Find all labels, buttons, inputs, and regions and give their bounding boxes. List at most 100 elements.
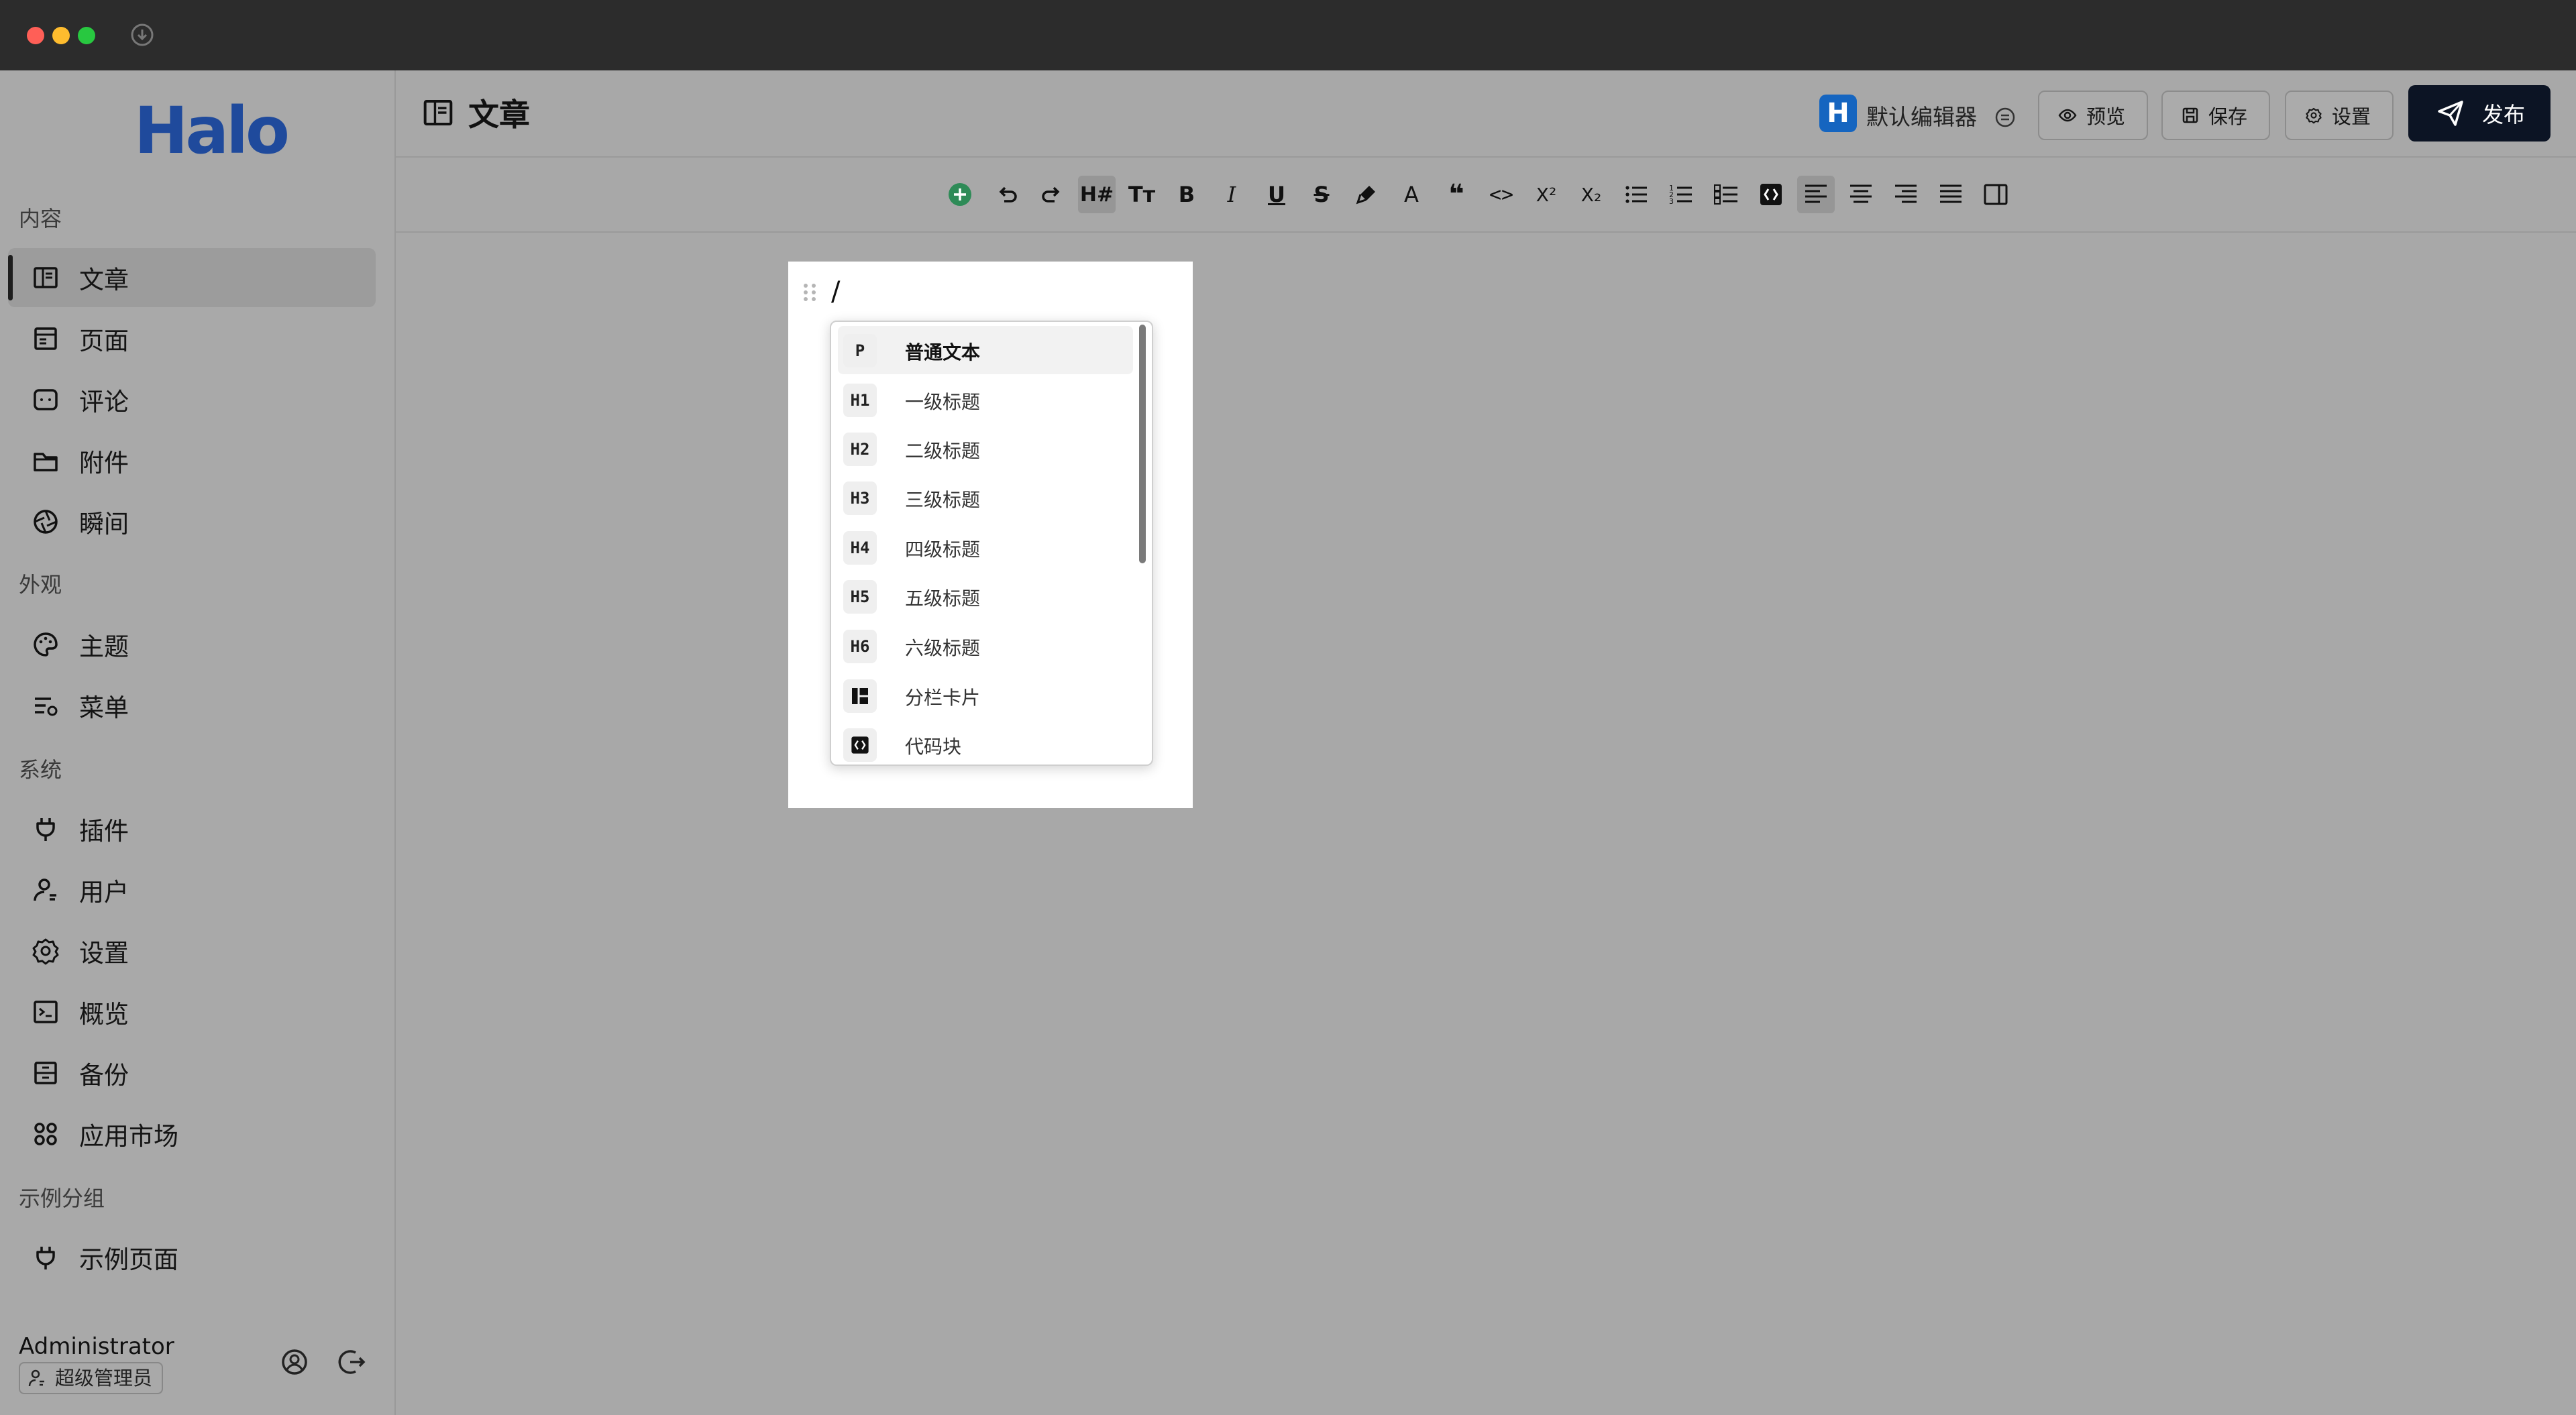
sidebar-item-settings[interactable]: 设置	[8, 921, 376, 980]
heading-6-icon: H6	[843, 630, 877, 663]
group-label-content: 内容	[19, 206, 62, 231]
font-size-button[interactable]: Tт	[1123, 176, 1161, 213]
text-color-button[interactable]: A	[1393, 176, 1430, 213]
sidebar-item-example-page[interactable]: 示例页面	[8, 1228, 376, 1287]
minimize-window-button[interactable]	[52, 27, 70, 44]
menu-item-heading-2[interactable]: H2 二级标题	[838, 424, 1133, 473]
code-block-button[interactable]	[1752, 176, 1790, 213]
sidebar-item-overview[interactable]: 概览	[8, 982, 376, 1041]
role-badge-label: 超级管理员	[55, 1367, 153, 1390]
user-icon	[34, 879, 56, 901]
columns-icon	[843, 679, 877, 713]
redo-button[interactable]	[1033, 176, 1071, 213]
menu-item-heading-1[interactable]: H1 一级标题	[838, 376, 1133, 424]
undo-button[interactable]	[988, 176, 1026, 213]
italic-button[interactable]: I	[1213, 176, 1250, 213]
save-icon	[2182, 107, 2198, 123]
code-block-icon	[843, 728, 877, 762]
code-block-icon	[1760, 184, 1782, 205]
page-title: 文章	[468, 97, 530, 133]
sidebar-item-posts[interactable]: 文章	[8, 248, 376, 307]
bullet-list-button[interactable]	[1617, 176, 1655, 213]
header-bar: 文章 H 默认编辑器 预览 保存 设置 发布	[396, 70, 2576, 158]
logout-icon[interactable]	[337, 1347, 368, 1377]
redo-icon	[1042, 186, 1060, 203]
settings-button[interactable]: 设置	[2285, 91, 2394, 140]
sidebar-item-label: 示例页面	[79, 1245, 178, 1274]
task-list-button[interactable]	[1707, 176, 1745, 213]
paragraph-icon: P	[843, 334, 877, 367]
inline-code-button[interactable]: <>	[1483, 176, 1520, 213]
sidebar-item-label: 主题	[79, 632, 129, 661]
sidebar-item-users[interactable]: 用户	[8, 860, 376, 919]
page-layout-icon	[34, 327, 57, 350]
sidebar-item-label: 插件	[79, 817, 129, 846]
heading-4-icon: H4	[843, 531, 877, 565]
sidebar-item-attachments[interactable]: 附件	[8, 431, 376, 490]
align-left-button[interactable]	[1797, 176, 1835, 213]
profile-icon[interactable]	[279, 1347, 310, 1377]
toggle-side-panel-button[interactable]	[1977, 176, 2015, 213]
align-right-button[interactable]	[1887, 176, 1925, 213]
sidebar-item-comments[interactable]: 评论	[8, 370, 376, 429]
user-icon	[28, 1369, 44, 1387]
close-window-button[interactable]	[27, 27, 44, 44]
menu-item-paragraph[interactable]: P 普通文本	[838, 326, 1133, 374]
sidebar-item-label: 文章	[79, 266, 129, 294]
plug-icon	[36, 818, 55, 841]
sidebar-item-backup[interactable]: 备份	[8, 1043, 376, 1102]
highlight-button[interactable]	[1348, 176, 1385, 213]
plug-icon	[36, 1247, 55, 1269]
maximize-window-button[interactable]	[78, 27, 95, 44]
preview-button[interactable]: 预览	[2038, 91, 2148, 140]
aperture-icon	[34, 510, 58, 534]
editor-logo-icon[interactable]: H	[1819, 95, 1857, 132]
plus-circle-icon	[949, 183, 971, 206]
drag-handle-icon[interactable]	[800, 280, 819, 304]
sidebar-item-label: 页面	[79, 327, 129, 355]
sidebar-item-app-market[interactable]: 应用市场	[8, 1105, 376, 1164]
sidebar-item-label: 附件	[79, 449, 129, 477]
editor-document[interactable]: / P 普通文本 H1 一级标题 H2 二级标题 H3 三级标题 H4 四级标题…	[788, 262, 1193, 808]
bold-button[interactable]: B	[1168, 176, 1205, 213]
menu-item-heading-4[interactable]: H4 四级标题	[838, 523, 1133, 571]
sidebar-item-plugins[interactable]: 插件	[8, 799, 376, 858]
editor-selector[interactable]: 默认编辑器	[1866, 99, 2017, 131]
heading-button[interactable]: H#	[1078, 176, 1116, 213]
download-icon[interactable]	[129, 22, 155, 48]
menu-item-columns[interactable]: 分栏卡片	[838, 671, 1133, 720]
sidebar-item-pages[interactable]: 页面	[8, 309, 376, 368]
editor-text[interactable]: /	[831, 276, 840, 307]
add-block-button[interactable]	[941, 176, 979, 213]
align-justify-button[interactable]	[1932, 176, 1970, 213]
group-label-appearance: 外观	[19, 572, 62, 598]
menu-item-heading-3[interactable]: H3 三级标题	[838, 473, 1133, 522]
strikethrough-button[interactable]: S	[1303, 176, 1340, 213]
book-open-icon	[34, 267, 58, 288]
save-button[interactable]: 保存	[2161, 91, 2270, 140]
window-titlebar	[0, 0, 2576, 70]
menu-item-heading-5[interactable]: H5 五级标题	[838, 572, 1133, 620]
ordered-list-button[interactable]: 123	[1662, 176, 1700, 213]
publish-button[interactable]: 发布	[2408, 85, 2551, 142]
underline-button[interactable]: U	[1258, 176, 1295, 213]
align-center-button[interactable]	[1842, 176, 1880, 213]
superscript-button[interactable]: X²	[1527, 176, 1565, 213]
sidebar-item-label: 菜单	[79, 693, 129, 722]
sidebar-item-menus[interactable]: 菜单	[8, 676, 376, 735]
role-badge: 超级管理员	[19, 1362, 164, 1394]
sidebar: Halo 内容 文章 页面 评论 附件 瞬间 外观 主题 菜单 系统 插件 用户	[0, 70, 396, 1415]
subscript-button[interactable]: X₂	[1572, 176, 1610, 213]
bullet-list-icon	[1625, 186, 1647, 203]
heading-5-icon: H5	[843, 580, 877, 614]
sidebar-item-themes[interactable]: 主题	[8, 615, 376, 674]
gear-icon	[2306, 107, 2322, 124]
side-panel-icon	[1984, 184, 2008, 205]
menu-item-heading-6[interactable]: H6 六级标题	[838, 622, 1133, 670]
menu-item-code-block[interactable]: 代码块	[838, 720, 1133, 765]
align-justify-icon	[1940, 184, 1962, 203]
blockquote-button[interactable]: ❝	[1438, 176, 1475, 213]
sidebar-item-moments[interactable]: 瞬间	[8, 492, 376, 551]
slash-menu-scrollbar[interactable]	[1139, 325, 1146, 563]
ordered-list-icon: 123	[1669, 184, 1692, 206]
